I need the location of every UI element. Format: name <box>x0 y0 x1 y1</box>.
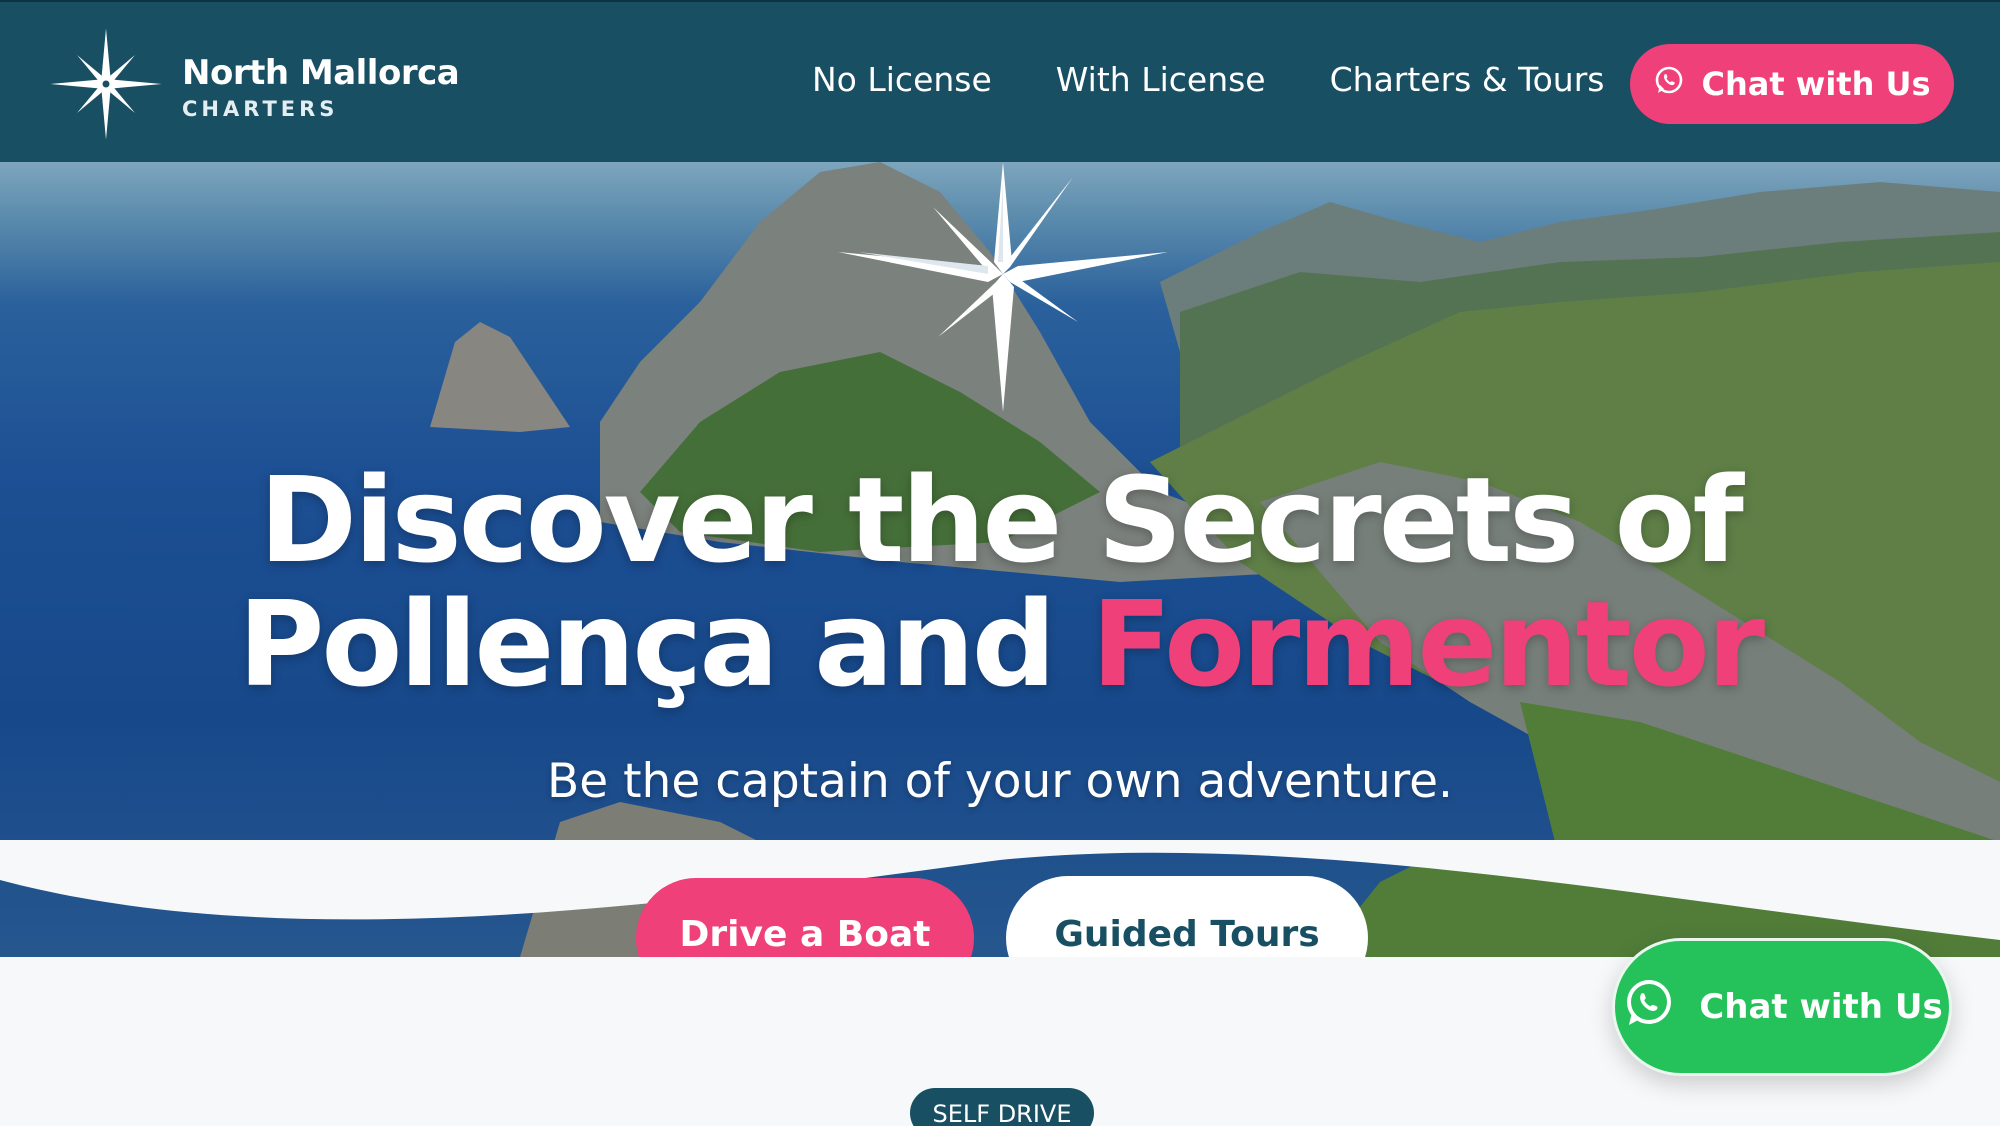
header-chat-button[interactable]: Chat with Us <box>1630 44 1954 124</box>
hero-section: Discover the Secrets of Pollença and For… <box>0 162 2000 957</box>
main-nav: No License With License Charters & Tours <box>812 60 1605 99</box>
hero-headline-accent: Formentor <box>1091 575 1765 713</box>
hero-headline-line2: Pollença and Formentor <box>0 582 2000 706</box>
self-drive-badge: SELF DRIVE <box>910 1088 1094 1126</box>
nav-link-with-license[interactable]: With License <box>1056 60 1266 99</box>
site-header: North Mallorca CHARTERS No License With … <box>0 0 2000 162</box>
compass-star-icon <box>48 26 164 147</box>
brand-subtitle: CHARTERS <box>182 96 339 121</box>
hero-tagline: Be the captain of your own adventure. <box>547 754 1453 809</box>
hero-headline-line1: Discover the Secrets of <box>259 451 1744 589</box>
floating-chat-label: Chat with Us <box>1699 987 1943 1027</box>
header-chat-label: Chat with Us <box>1701 65 1931 103</box>
nav-link-no-license[interactable]: No License <box>812 60 992 99</box>
brand-title: North Mallorca <box>182 52 460 93</box>
hero-headline-line2-text: Pollença and <box>237 575 1092 713</box>
floating-chat-button[interactable]: Chat with Us <box>1612 938 1952 1076</box>
nav-link-charters-tours[interactable]: Charters & Tours <box>1330 60 1605 99</box>
compass-star-icon <box>838 162 1168 412</box>
whatsapp-icon <box>1653 64 1701 104</box>
hero-headline: Discover the Secrets of Pollença and For… <box>0 458 2000 706</box>
whatsapp-icon <box>1621 975 1699 1040</box>
brand-logo[interactable]: North Mallorca CHARTERS <box>48 26 460 147</box>
